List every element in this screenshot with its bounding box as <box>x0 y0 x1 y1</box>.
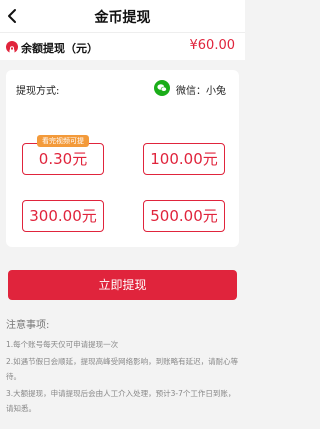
header-bar: 金币提现 <box>0 0 245 32</box>
amount-option-2[interactable]: 100.00元 <box>143 143 225 175</box>
video-tip-badge: 看完视频可提 <box>37 135 89 147</box>
balance-amount: ¥60.00 <box>189 38 236 53</box>
amount-option-label: 500.00元 <box>150 207 218 225</box>
note-item: 1.每个账号每天仅可申请提现一次 <box>6 340 119 349</box>
balance-row: 余额提现（元） ¥60.00 <box>0 32 245 60</box>
notes-title: 注意事项: <box>6 320 50 331</box>
wechat-icon <box>154 80 170 96</box>
method-label: 提现方式: <box>16 86 60 97</box>
note-item: 2.如遇节假日会顺延，提现高峰受网络影响，到账略有延迟，请耐心等待。 <box>6 357 239 381</box>
withdraw-now-button[interactable]: 立即提现 <box>8 270 237 300</box>
page-title: 金币提现 <box>94 10 151 26</box>
balance-label: 余额提现（元） <box>21 42 98 55</box>
note-item: 3.大额提现，申请提现后会由人工介入处理，预计3-7个工作日到账，请知悉。 <box>6 389 236 413</box>
method-value[interactable]: 微信：小兔 <box>176 82 226 97</box>
amount-option-label: 0.30元 <box>38 150 88 168</box>
notes-section: 注意事项: 1.每个账号每天仅可申请提现一次 2.如遇节假日会顺延，提现高峰受网… <box>6 316 240 418</box>
amount-option-3[interactable]: 300.00元 <box>22 200 104 232</box>
amount-option-1[interactable]: 看完视频可提 0.30元 <box>22 135 104 175</box>
amount-option-4[interactable]: 500.00元 <box>143 200 225 232</box>
amount-option-label: 300.00元 <box>29 207 97 225</box>
lock-icon <box>6 41 18 54</box>
withdraw-card: 提现方式: 微信：小兔 看完视频可提 0.30元 100.00元 300.00元… <box>6 70 239 247</box>
amount-option-label: 100.00元 <box>150 150 218 168</box>
